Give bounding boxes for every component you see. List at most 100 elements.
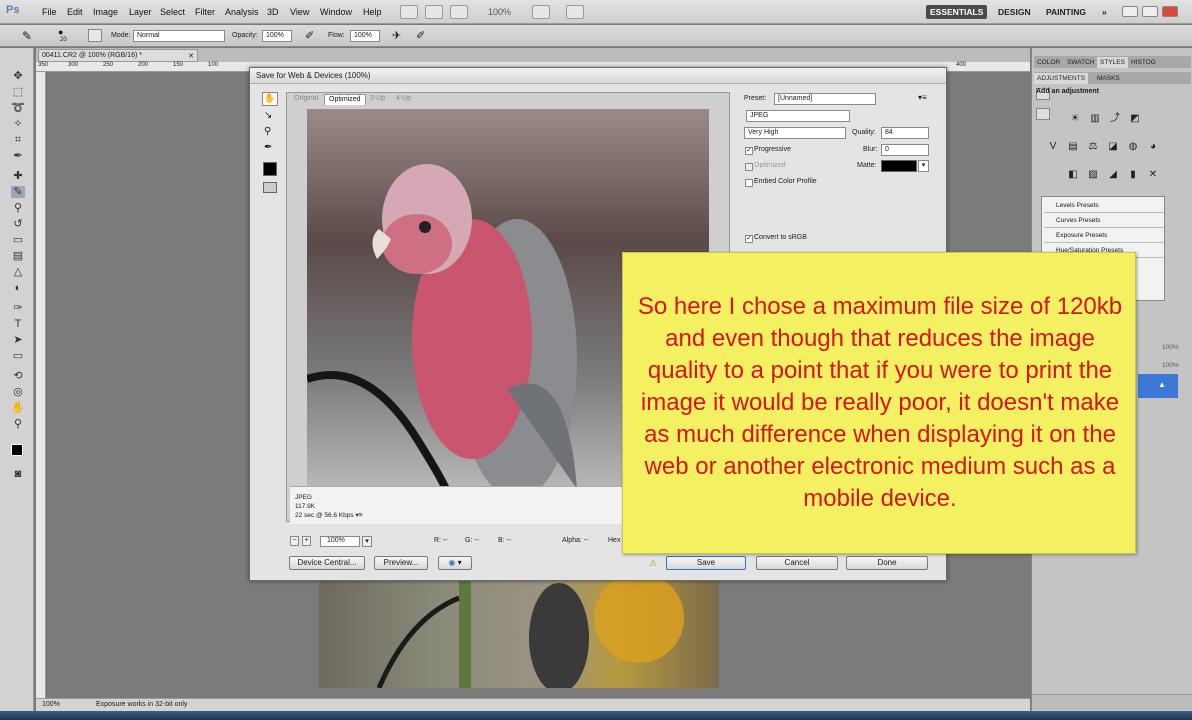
convert-srgb-checkbox[interactable]: ✓ [745,235,753,243]
3d-orbit-tool-icon[interactable]: ◎ [11,386,25,398]
hand-tool-icon[interactable]: ✋ [262,92,278,106]
zoom-dropdown-icon[interactable]: ▾ [362,536,372,547]
brush-tool-icon[interactable]: ✎ [11,186,25,198]
restore-icon[interactable] [1142,6,1158,17]
slice-select-icon[interactable]: ↘ [264,110,272,121]
move-tool-icon[interactable]: ✥ [11,70,25,82]
color-balance-icon[interactable]: ⚖ [1086,140,1100,154]
black-white-icon[interactable]: ◪ [1106,140,1120,154]
quality-field[interactable]: 84 [881,127,929,139]
panel-collapse-icon[interactable] [1036,108,1050,120]
selected-layer-row[interactable]: ▲ [1138,374,1178,398]
tab-styles[interactable]: STYLES [1097,57,1128,68]
done-button[interactable]: Done [846,556,928,570]
zoom-level[interactable]: 100% [488,7,511,17]
menu-view[interactable]: View [290,7,309,17]
save-button[interactable]: Save [666,556,746,570]
lasso-tool-icon[interactable]: ➰ [11,102,25,114]
posterize-icon[interactable]: ▨ [1086,168,1100,182]
layer-opacity[interactable]: 100% [1162,344,1179,351]
quality-preset-select[interactable]: Very High [744,127,846,139]
type-tool-icon[interactable]: T [11,318,25,330]
close-icon[interactable] [1162,6,1178,17]
levels-icon[interactable]: ▥ [1088,112,1102,126]
cancel-button[interactable]: Cancel [756,556,838,570]
zoom-select[interactable]: 100% [320,536,360,547]
brush-panel-icon[interactable] [88,29,102,42]
menu-edit[interactable]: Edit [67,7,83,17]
zoom-out-button[interactable]: − [290,536,299,546]
menu-help[interactable]: Help [363,7,382,17]
pressure-opacity-icon[interactable]: ✐ [305,29,314,42]
device-central-button[interactable]: Device Central... [289,556,365,570]
mode-select[interactable]: Normal [133,30,225,42]
mini-bridge-icon[interactable] [425,5,443,19]
tab-4-up[interactable]: 4-Up [392,94,415,105]
preset-item-levels[interactable]: Levels Presets [1044,199,1164,213]
threshold-icon[interactable]: ◢ [1106,168,1120,182]
healing-tool-icon[interactable]: ✚ [11,170,25,182]
path-select-tool-icon[interactable]: ➤ [11,334,25,346]
history-brush-tool-icon[interactable]: ↺ [11,218,25,230]
foreground-color-swatch[interactable] [11,444,23,456]
format-select[interactable]: JPEG [746,110,850,122]
menu-window[interactable]: Window [320,7,352,17]
preset-item-exposure[interactable]: Exposure Presets [1044,229,1164,243]
eyedropper-tool-icon[interactable]: ✒ [11,150,25,162]
browser-preview-button[interactable]: ◉ ▾ [438,556,472,570]
dodge-tool-icon[interactable]: ◐ [11,282,25,294]
progressive-checkbox[interactable]: ✓ [745,147,753,155]
menu-select[interactable]: Select [160,7,185,17]
tab-optimized[interactable]: Optimized [324,94,366,105]
layer-fill[interactable]: 100% [1162,362,1179,369]
marquee-tool-icon[interactable]: ⬚ [11,86,25,98]
quick-select-tool-icon[interactable]: ✧ [11,118,25,130]
exposure-icon[interactable]: ◩ [1128,112,1142,126]
minimize-icon[interactable] [1122,6,1138,17]
eraser-tool-icon[interactable]: ▭ [11,234,25,246]
view-extras-icon[interactable] [450,5,468,19]
matte-swatch[interactable] [881,160,917,172]
hue-saturation-icon[interactable]: ▤ [1066,140,1080,154]
invert-icon[interactable]: ◧ [1066,168,1080,182]
flow-field[interactable]: 100% [350,30,380,42]
eyedropper-color-swatch[interactable] [263,162,277,176]
matte-dropdown-icon[interactable]: ▾ [918,160,929,172]
menu-file[interactable]: File [42,7,57,17]
launch-bridge-icon[interactable] [400,5,418,19]
menu-3d[interactable]: 3D [267,7,279,17]
tab-color[interactable]: COLOR [1034,57,1063,68]
tab-2-up[interactable]: 2-Up [366,94,389,105]
menu-image[interactable]: Image [93,7,118,17]
selective-color-icon[interactable]: ✕ [1146,168,1160,182]
zoom-in-button[interactable]: + [302,536,311,546]
download-speed-menu-icon[interactable]: ▾≡ [355,512,362,519]
tab-swatches[interactable]: SWATCH [1064,57,1097,68]
menu-layer[interactable]: Layer [129,7,152,17]
curves-icon[interactable]: ⤴ [1108,112,1122,126]
close-tab-icon[interactable]: ✕ [188,52,194,60]
gradient-map-icon[interactable]: ▮ [1126,168,1140,182]
tab-masks[interactable]: MASKS [1094,73,1123,84]
tab-original[interactable]: Original [290,94,322,105]
gradient-tool-icon[interactable]: ▤ [11,250,25,262]
tab-adjustments[interactable]: ADJUSTMENTS [1034,73,1089,84]
preview-button[interactable]: Preview... [374,556,428,570]
blur-field[interactable]: 0 [881,144,929,156]
workspace-essentials[interactable]: ESSENTIALS [926,5,988,19]
eyedropper-icon[interactable]: ✒ [264,142,272,153]
pressure-size-icon[interactable]: ✐ [416,29,425,42]
toggle-slices-icon[interactable] [263,182,277,193]
pen-tool-icon[interactable]: ✑ [11,302,25,314]
screen-mode-icon[interactable] [566,5,584,19]
embed-profile-checkbox[interactable] [745,179,753,187]
crop-tool-icon[interactable]: ⌗ [11,134,25,146]
airbrush-icon[interactable]: ✈ [392,29,401,42]
clone-stamp-tool-icon[interactable]: ⚲ [11,202,25,214]
preset-select[interactable]: [Unnamed] [774,93,876,105]
tab-histogram[interactable]: HISTOG [1128,57,1159,68]
document-tab[interactable]: 00411.CR2 @ 100% (RGB/16) * ✕ [38,49,198,62]
channel-mixer-icon[interactable]: ◕ [1146,140,1160,154]
workspace-painting[interactable]: PAINTING [1042,5,1090,19]
arrange-documents-icon[interactable] [532,5,550,19]
